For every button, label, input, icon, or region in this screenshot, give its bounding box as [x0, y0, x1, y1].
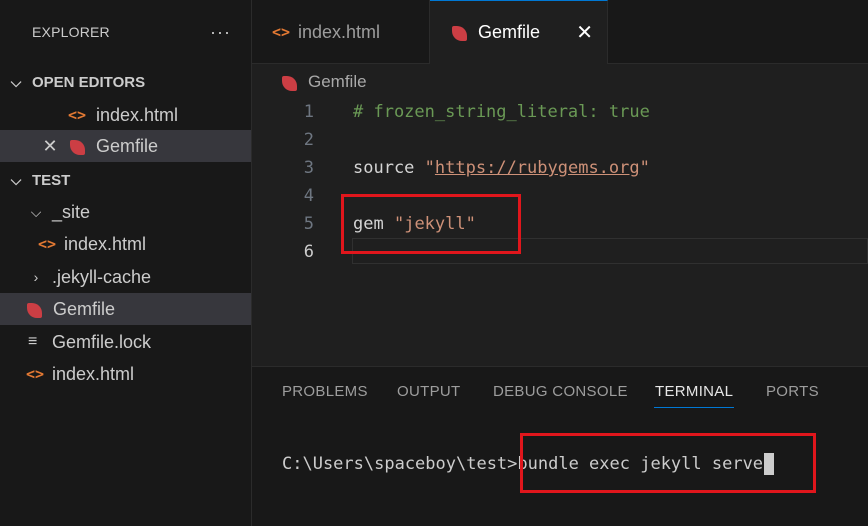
- tree-item-label: Gemfile: [53, 298, 116, 319]
- ruby-file-icon: [27, 302, 42, 318]
- tree-item-gemfile-lock[interactable]: ≡ Gemfile.lock: [0, 326, 251, 358]
- html-file-icon: <>: [272, 23, 291, 41]
- html-file-icon: <>: [68, 106, 87, 124]
- tree-item-gemfile[interactable]: Gemfile: [0, 293, 251, 325]
- chevron-down-icon: ⌵: [10, 171, 22, 188]
- chevron-down-icon: ⌵: [10, 73, 22, 90]
- open-editors-label: OPEN EDITORS: [32, 73, 146, 91]
- open-editors-section[interactable]: ⌵ OPEN EDITORS: [0, 66, 251, 98]
- line-number: 3: [303, 158, 314, 178]
- breadcrumb[interactable]: Gemfile: [282, 70, 367, 94]
- workspace-label: TEST: [32, 171, 71, 189]
- tab-gemfile[interactable]: Gemfile ✕: [430, 0, 608, 64]
- tree-item-jekyll-cache-folder[interactable]: › .jekyll-cache: [0, 261, 251, 293]
- close-icon[interactable]: ✕: [36, 136, 64, 157]
- code-quote: ": [639, 158, 650, 178]
- breadcrumb-file: Gemfile: [308, 72, 367, 91]
- ruby-file-icon: [452, 26, 467, 41]
- open-editor-label: Gemfile: [96, 135, 159, 156]
- explorer-sidebar: EXPLORER ··· ⌵ OPEN EDITORS <> index.htm…: [0, 0, 252, 526]
- workspace-section[interactable]: ⌵ TEST: [0, 164, 251, 196]
- tree-item-site-index-html[interactable]: <> index.html: [0, 228, 251, 260]
- line-number: 4: [303, 186, 314, 206]
- tree-item-label: Gemfile.lock: [52, 331, 152, 352]
- annotation-highlight-box: [520, 433, 816, 493]
- code-quote: ": [424, 158, 435, 178]
- active-tab-indicator: [654, 407, 734, 408]
- line-number: 1: [303, 102, 314, 122]
- tab-problems[interactable]: PROBLEMS: [282, 383, 368, 400]
- open-editor-label: index.html: [96, 104, 179, 125]
- bottom-panel: PROBLEMS OUTPUT DEBUG CONSOLE TERMINAL P…: [252, 366, 868, 526]
- line-number: 6: [303, 242, 314, 262]
- tab-terminal[interactable]: TERMINAL: [655, 383, 733, 400]
- chevron-right-icon: ›: [33, 269, 39, 285]
- line-number: 5: [303, 214, 314, 234]
- tab-output[interactable]: OUTPUT: [397, 383, 460, 400]
- code-editor[interactable]: 1 # frozen_string_literal: true 2 3 sour…: [252, 96, 868, 366]
- open-editor-item-gemfile[interactable]: ✕ Gemfile: [0, 130, 251, 162]
- code-comment: # frozen_string_literal: true: [353, 102, 650, 122]
- line-number: 2: [303, 130, 314, 150]
- terminal-prompt: C:\Users\spaceboy\test>: [282, 454, 518, 474]
- html-file-icon: <>: [38, 235, 57, 253]
- tree-item-index-html[interactable]: <> index.html: [0, 358, 251, 390]
- annotation-highlight-box: [341, 194, 521, 254]
- tab-label: index.html: [298, 21, 381, 42]
- close-icon[interactable]: ✕: [576, 20, 593, 45]
- explorer-title: EXPLORER: [32, 24, 110, 40]
- tree-item-label: index.html: [64, 233, 147, 254]
- tree-item-label: .jekyll-cache: [52, 266, 152, 287]
- tree-item-label: _site: [52, 201, 91, 222]
- tree-item-site-folder[interactable]: ⌵ _site: [0, 196, 251, 228]
- ruby-file-icon: [70, 139, 85, 155]
- text-file-icon: ≡: [28, 333, 38, 350]
- tab-ports[interactable]: PORTS: [766, 383, 819, 400]
- explorer-header: EXPLORER ···: [0, 0, 251, 64]
- tab-index-html[interactable]: <> index.html: [252, 0, 430, 64]
- html-file-icon: <>: [26, 365, 45, 383]
- tree-item-label: index.html: [52, 363, 135, 384]
- chevron-down-icon: ⌵: [30, 203, 42, 220]
- code-url[interactable]: https://rubygems.org: [435, 158, 640, 178]
- code-line: 2: [252, 126, 868, 154]
- tab-debug-console[interactable]: DEBUG CONSOLE: [493, 383, 628, 400]
- code-text: source "https://rubygems.org": [353, 158, 650, 178]
- more-actions-icon[interactable]: ···: [210, 22, 231, 43]
- ruby-file-icon: [282, 75, 297, 91]
- tab-label: Gemfile: [478, 22, 541, 42]
- code-line: 3 source "https://rubygems.org": [252, 154, 868, 182]
- code-line: 1 # frozen_string_literal: true: [252, 98, 868, 126]
- open-editor-item-index-html[interactable]: <> index.html: [0, 99, 251, 131]
- editor-tab-bar: <> index.html Gemfile ✕: [252, 0, 868, 64]
- code-keyword: source: [353, 158, 415, 178]
